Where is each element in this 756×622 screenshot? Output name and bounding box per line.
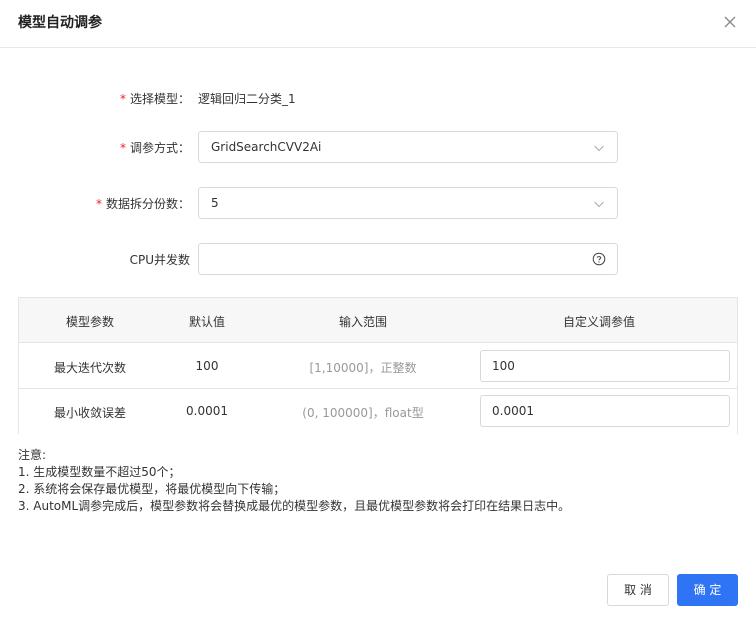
- form-row-method: * 调参方式： GridSearchCVV2Ai: [0, 131, 756, 163]
- cancel-button[interactable]: 取 消: [607, 574, 669, 606]
- form-row-cpu: CPU并发数: [0, 243, 756, 275]
- custom-value-text: 100: [492, 359, 515, 373]
- folds-label: * 数据拆分份数：: [95, 197, 190, 211]
- chevron-down-icon: [594, 201, 604, 208]
- cpu-input[interactable]: [198, 243, 618, 275]
- model-value: 逻辑回归二分类_1: [198, 92, 296, 106]
- form-row-folds: * 数据拆分份数： 5: [0, 187, 756, 219]
- table-header: 模型参数 默认值 输入范围 自定义调参值: [19, 298, 737, 343]
- notes-title: 注意:: [18, 448, 47, 462]
- dialog-title: 模型自动调参: [18, 15, 102, 31]
- custom-value-input[interactable]: 0.0001: [480, 395, 730, 427]
- cpu-label: CPU并发数: [129, 253, 190, 267]
- custom-value-input[interactable]: 100: [480, 350, 730, 382]
- form-row-model: * 选择模型： 逻辑回归二分类_1: [0, 82, 756, 114]
- param-name: 最小收敛误差: [53, 406, 126, 420]
- notes: 注意: 1. 生成模型数量不超过50个； 2. 系统将会保存最优模型，将最优模型…: [18, 447, 570, 515]
- input-range: [1,10000]，正整数: [309, 361, 417, 375]
- folds-select[interactable]: 5: [198, 187, 618, 219]
- param-table: 模型参数 默认值 输入范围 自定义调参值 最大迭代次数 100 [1,10000…: [18, 297, 738, 434]
- note-item: 3. AutoML调参完成后，模型参数将会替换成最优的模型参数，且最优模型参数将…: [18, 499, 571, 513]
- required-mark: *: [119, 141, 126, 155]
- header-range: 输入范围: [338, 315, 387, 329]
- table-row: 最小收敛误差 0.0001 (0, 100000]，float型 0.0001: [19, 389, 737, 434]
- required-mark: *: [119, 92, 126, 106]
- method-label: * 调参方式：: [119, 141, 190, 155]
- note-item: 2. 系统将会保存最优模型，将最优模型向下传输；: [18, 482, 286, 496]
- required-mark: *: [95, 197, 102, 211]
- help-icon[interactable]: [592, 252, 606, 266]
- header-custom: 自定义调参值: [562, 315, 635, 329]
- folds-select-value: 5: [211, 196, 219, 210]
- method-select[interactable]: GridSearchCVV2Ai: [198, 131, 618, 163]
- header-default: 默认值: [188, 315, 225, 329]
- table-row: 最大迭代次数 100 [1,10000]，正整数 100: [19, 344, 737, 389]
- default-value: 0.0001: [186, 404, 228, 418]
- model-label: * 选择模型：: [119, 92, 190, 106]
- default-value: 100: [195, 359, 219, 373]
- chevron-down-icon: [594, 145, 604, 152]
- custom-value-text: 0.0001: [492, 404, 534, 418]
- dialog-header: 模型自动调参: [0, 0, 756, 48]
- note-item: 1. 生成模型数量不超过50个；: [18, 465, 181, 479]
- close-icon[interactable]: [722, 14, 738, 30]
- header-param: 模型参数: [65, 315, 114, 329]
- confirm-button[interactable]: 确 定: [677, 574, 738, 606]
- param-name: 最大迭代次数: [53, 361, 126, 375]
- method-select-value: GridSearchCVV2Ai: [211, 140, 322, 154]
- input-range: (0, 100000]，float型: [302, 406, 424, 420]
